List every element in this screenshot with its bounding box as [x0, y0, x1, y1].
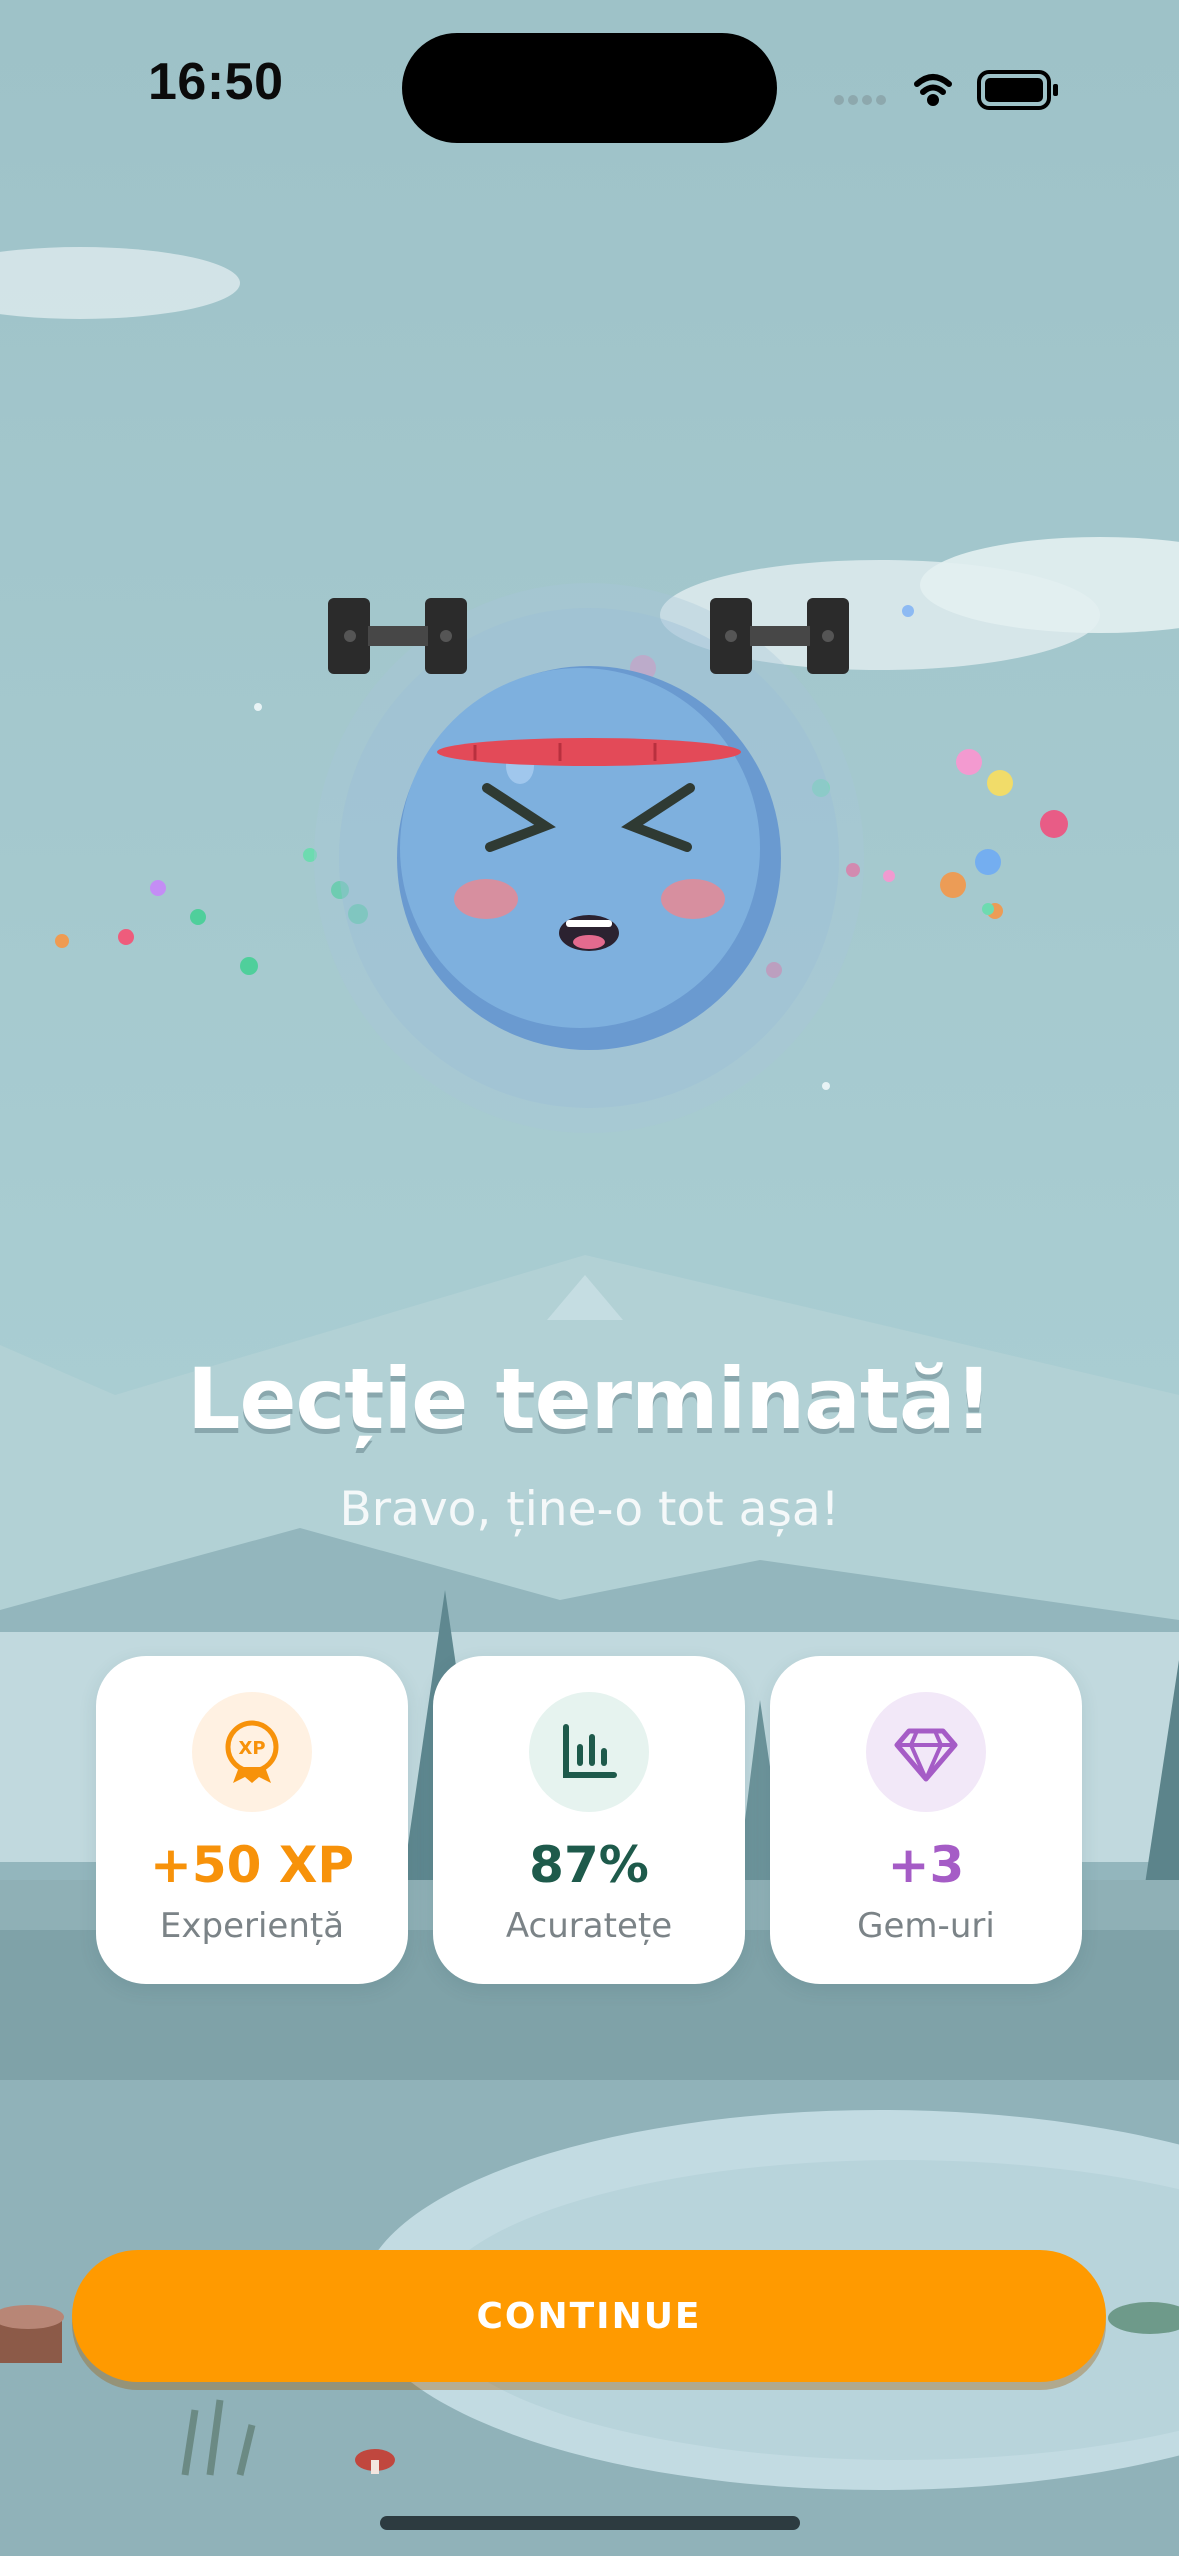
- lesson-complete-subtitle: Bravo, ține-o tot așa!: [339, 1482, 840, 1537]
- dynamic-island: [402, 33, 777, 143]
- gems-stat-card: +3 Gem-uri: [770, 1656, 1082, 1984]
- accuracy-value: 87%: [529, 1836, 649, 1894]
- background-scene: 16:50: [0, 0, 1179, 2556]
- gems-icon-circle: [866, 1692, 986, 1812]
- status-icons: [834, 70, 1058, 110]
- gems-label: Gem-uri: [857, 1906, 995, 1946]
- accuracy-icon-circle: [529, 1692, 649, 1812]
- mascot-illustration: [314, 583, 864, 1320]
- gems-value: +3: [887, 1836, 965, 1894]
- svg-text:XP: XP: [238, 1738, 265, 1759]
- continue-button[interactable]: CONTINUE: [72, 2250, 1106, 2382]
- home-indicator[interactable]: [380, 2516, 800, 2530]
- accuracy-label: Acuratețe: [505, 1906, 673, 1946]
- gem-icon: [894, 1728, 958, 1782]
- xp-icon-circle: XP: [192, 1692, 312, 1812]
- battery-icon: [977, 70, 1058, 110]
- status-time: 16:50: [148, 53, 284, 111]
- xp-stat-card: XP +50 XP Experiență: [96, 1656, 408, 1984]
- bar-chart-icon: [563, 1724, 617, 1778]
- lesson-complete-title: Lecție terminată!: [187, 1350, 993, 1448]
- xp-value: +50 XP: [149, 1836, 355, 1894]
- xp-label: Experiență: [159, 1906, 345, 1946]
- cellular-signal-icon: [834, 95, 886, 105]
- accuracy-stat-card: 87% Acuratețe: [433, 1656, 745, 1984]
- xp-medal-icon: XP: [225, 1720, 279, 1783]
- wifi-icon: [914, 74, 952, 106]
